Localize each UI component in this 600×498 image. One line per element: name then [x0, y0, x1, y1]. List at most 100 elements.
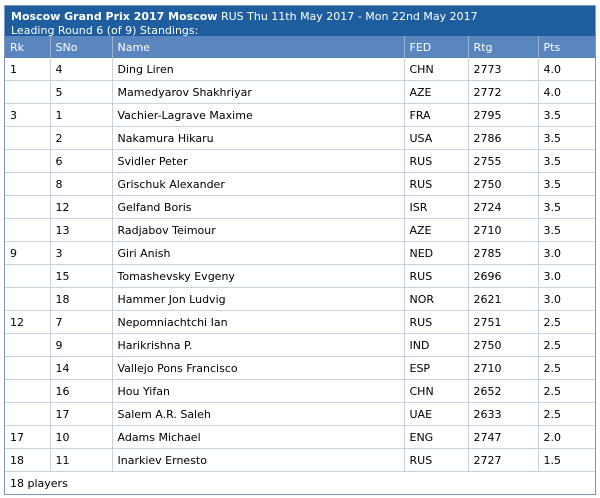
cell-rtg: 2621	[468, 287, 539, 311]
table-row: 9 3 Giri Anish NED 2785 3.0	[5, 241, 595, 265]
table-row: 6 Svidler Peter RUS 2755 3.5	[5, 149, 595, 173]
column-header-fed: FED	[404, 36, 469, 58]
cell-rk	[5, 333, 51, 357]
cell-name: Grischuk Alexander	[112, 172, 405, 196]
standings-table: Rk SNo Name FED Rtg Pts 1 4 Ding Liren CHN 2…	[5, 36, 595, 494]
cell-fed: RUS	[404, 264, 469, 288]
table-row: 14 Vallejo Pons Francisco ESP 2710 2.5	[5, 356, 595, 380]
cell-fed: CHN	[404, 58, 469, 81]
cell-rtg: 2747	[468, 425, 539, 449]
cell-rtg: 2710	[468, 356, 539, 380]
column-header-rtg: Rtg	[468, 36, 539, 58]
cell-pts: 2.0	[538, 425, 595, 449]
cell-rk	[5, 264, 51, 288]
cell-sno: 3	[50, 241, 113, 265]
cell-rk: 3	[5, 103, 51, 127]
table-row: 17 10 Adams Michael ENG 2747 2.0	[5, 425, 595, 449]
cell-rk	[5, 218, 51, 242]
cell-fed: IND	[404, 333, 469, 357]
cell-rk	[5, 80, 51, 104]
cell-fed: AZE	[404, 80, 469, 104]
table-row: 5 Mamedyarov Shakhriyar AZE 2772 4.0	[5, 80, 595, 104]
cell-sno: 1	[50, 103, 113, 127]
cell-pts: 3.0	[538, 264, 595, 288]
cell-pts: 2.5	[538, 356, 595, 380]
cell-rk	[5, 379, 51, 403]
cell-rtg: 2710	[468, 218, 539, 242]
cell-rk: 17	[5, 425, 51, 449]
header-row: Rk SNo Name FED Rtg Pts	[5, 36, 595, 58]
cell-rtg: 2724	[468, 195, 539, 219]
cell-sno: 11	[50, 448, 113, 472]
cell-name: Vachier-Lagrave Maxime	[112, 103, 405, 127]
cell-sno: 5	[50, 80, 113, 104]
cell-rk	[5, 287, 51, 311]
cell-name: Salem A.R. Saleh	[112, 402, 405, 426]
cell-rk	[5, 356, 51, 380]
cell-fed: UAE	[404, 402, 469, 426]
cell-name: Ding Liren	[112, 58, 405, 81]
cell-rtg: 2786	[468, 126, 539, 150]
cell-rtg: 2696	[468, 264, 539, 288]
cell-sno: 6	[50, 149, 113, 173]
cell-sno: 2	[50, 126, 113, 150]
cell-pts: 3.5	[538, 195, 595, 219]
column-header-sno: SNo	[50, 36, 113, 58]
cell-fed: CHN	[404, 379, 469, 403]
cell-fed: NOR	[404, 287, 469, 311]
table-row: 17 Salem A.R. Saleh UAE 2633 2.5	[5, 402, 595, 426]
cell-sno: 10	[50, 425, 113, 449]
standings-panel: Moscow Grand Prix 2017 Moscow RUS Thu 11…	[4, 5, 596, 495]
cell-fed: ISR	[404, 195, 469, 219]
cell-rtg: 2727	[468, 448, 539, 472]
cell-name: Nakamura Hikaru	[112, 126, 405, 150]
cell-pts: 3.5	[538, 149, 595, 173]
cell-rtg: 2750	[468, 172, 539, 196]
cell-name: Mamedyarov Shakhriyar	[112, 80, 405, 104]
cell-rk: 18	[5, 448, 51, 472]
cell-rtg: 2755	[468, 149, 539, 173]
table-row: 12 Gelfand Boris ISR 2724 3.5	[5, 195, 595, 219]
cell-sno: 7	[50, 310, 113, 334]
cell-rk: 9	[5, 241, 51, 265]
table-row: 18 Hammer Jon Ludvig NOR 2621 3.0	[5, 287, 595, 311]
cell-name: Radjabov Teimour	[112, 218, 405, 242]
cell-sno: 14	[50, 356, 113, 380]
cell-sno: 17	[50, 402, 113, 426]
cell-name: Tomashevsky Evgeny	[112, 264, 405, 288]
cell-pts: 3.5	[538, 218, 595, 242]
cell-fed: AZE	[404, 218, 469, 242]
cell-pts: 1.5	[538, 448, 595, 472]
table-row: 12 7 Nepomniachtchi Ian RUS 2751 2.5	[5, 310, 595, 334]
cell-rtg: 2785	[468, 241, 539, 265]
cell-sno: 16	[50, 379, 113, 403]
table-row: 9 Harikrishna P. IND 2750 2.5	[5, 333, 595, 357]
cell-sno: 15	[50, 264, 113, 288]
table-row: 1 4 Ding Liren CHN 2773 4.0	[5, 58, 595, 81]
cell-pts: 3.5	[538, 103, 595, 127]
cell-name: Giri Anish	[112, 241, 405, 265]
cell-rk: 1	[5, 58, 51, 81]
cell-pts: 3.5	[538, 126, 595, 150]
cell-sno: 12	[50, 195, 113, 219]
cell-sno: 4	[50, 58, 113, 81]
cell-rk: 12	[5, 310, 51, 334]
cell-fed: RUS	[404, 149, 469, 173]
table-row: 15 Tomashevsky Evgeny RUS 2696 3.0	[5, 264, 595, 288]
cell-name: Adams Michael	[112, 425, 405, 449]
cell-fed: ESP	[404, 356, 469, 380]
cell-pts: 4.0	[538, 80, 595, 104]
cell-rk	[5, 195, 51, 219]
table-row: 16 Hou Yifan CHN 2652 2.5	[5, 379, 595, 403]
cell-fed: RUS	[404, 448, 469, 472]
cell-fed: FRA	[404, 103, 469, 127]
cell-sno: 13	[50, 218, 113, 242]
column-header-pts: Pts	[538, 36, 595, 58]
cell-pts: 2.5	[538, 402, 595, 426]
cell-rtg: 2772	[468, 80, 539, 104]
column-header-rk: Rk	[5, 36, 51, 58]
cell-pts: 3.0	[538, 287, 595, 311]
cell-name: Nepomniachtchi Ian	[112, 310, 405, 334]
cell-fed: RUS	[404, 172, 469, 196]
cell-sno: 18	[50, 287, 113, 311]
